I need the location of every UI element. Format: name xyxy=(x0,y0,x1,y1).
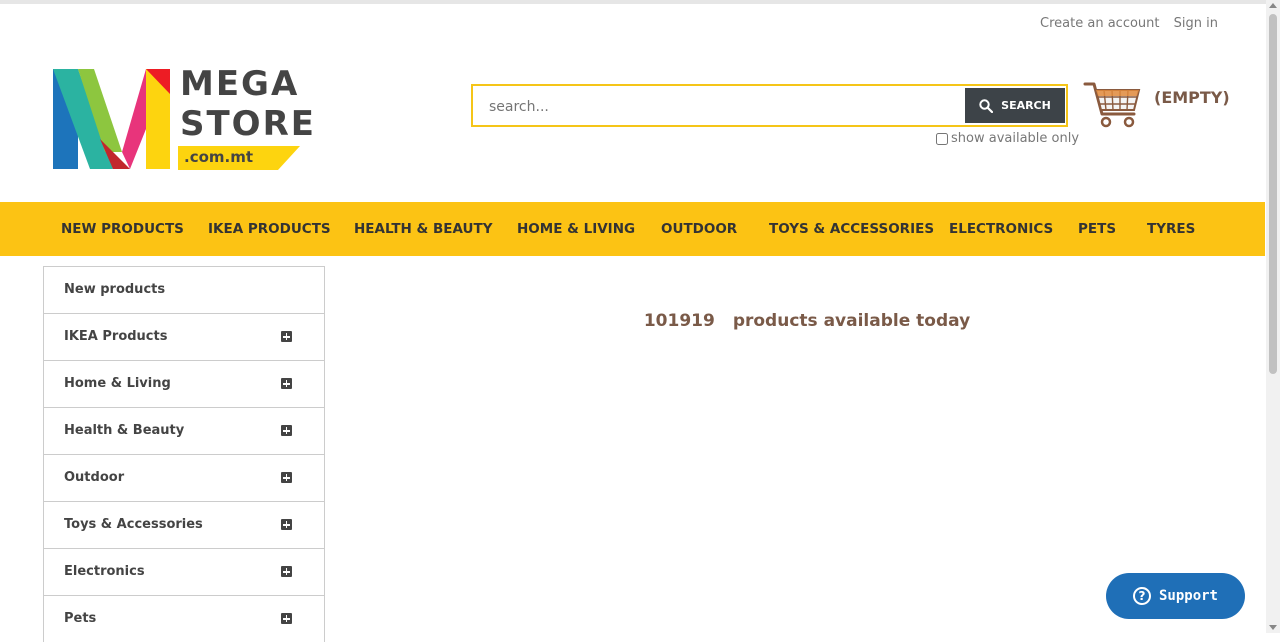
expand-plus-icon[interactable] xyxy=(281,378,292,389)
logo-domain-text: .com.mt xyxy=(184,148,254,166)
scroll-thumb[interactable] xyxy=(1269,14,1277,374)
expand-plus-icon[interactable] xyxy=(281,519,292,530)
sidebar-item-label: Outdoor xyxy=(64,470,125,485)
logo-domain-banner: .com.mt xyxy=(178,146,300,170)
store-logo[interactable]: MEGA STORE .com.mt xyxy=(50,64,314,174)
support-label: Support xyxy=(1158,588,1218,604)
search-icon xyxy=(979,98,994,113)
search-bar: SEARCH xyxy=(471,84,1068,127)
nav-electronics[interactable]: ELECTRONICS xyxy=(949,202,1053,256)
expand-plus-icon[interactable] xyxy=(281,425,292,436)
sidebar-item-toys-accessories[interactable]: Toys & Accessories xyxy=(44,501,324,548)
sidebar-item-label: Toys & Accessories xyxy=(64,517,203,532)
header-links: Create an account Sign in xyxy=(1030,16,1218,31)
category-sidebar: New products IKEA Products Home & Living… xyxy=(43,266,325,642)
logo-line2: STORE xyxy=(180,104,316,144)
product-count-text: products available today xyxy=(732,311,971,331)
nav-tyres[interactable]: TYRES xyxy=(1147,202,1195,256)
expand-plus-icon[interactable] xyxy=(281,566,292,577)
sign-in-link[interactable]: Sign in xyxy=(1174,16,1218,31)
support-button[interactable]: ? Support xyxy=(1106,573,1245,619)
nav-ikea-products[interactable]: IKEA PRODUCTS xyxy=(208,202,331,256)
logo-line1: MEGA xyxy=(180,64,300,104)
sidebar-item-new-products[interactable]: New products xyxy=(44,266,324,313)
logo-m-icon xyxy=(53,69,170,169)
sidebar-item-ikea-products[interactable]: IKEA Products xyxy=(44,313,324,360)
scroll-up-arrow-icon[interactable] xyxy=(1269,3,1277,8)
cart-status[interactable]: (EMPTY) xyxy=(1154,88,1230,107)
sidebar-item-label: New products xyxy=(64,282,166,297)
nav-outdoor[interactable]: OUTDOOR xyxy=(661,202,737,256)
available-only-label: show available only xyxy=(951,131,1080,146)
sidebar-item-outdoor[interactable]: Outdoor xyxy=(44,454,324,501)
expand-plus-icon[interactable] xyxy=(281,331,292,342)
sidebar-item-pets[interactable]: Pets xyxy=(44,595,324,642)
sidebar-item-electronics[interactable]: Electronics xyxy=(44,548,324,595)
scroll-down-arrow-icon[interactable] xyxy=(1269,625,1277,630)
search-input[interactable] xyxy=(487,86,961,127)
available-only-checkbox[interactable] xyxy=(936,132,948,145)
sidebar-item-label: IKEA Products xyxy=(64,329,168,344)
expand-plus-icon[interactable] xyxy=(281,613,292,624)
create-account-link[interactable]: Create an account xyxy=(1040,16,1159,31)
sidebar-item-label: Electronics xyxy=(64,564,145,579)
products-available-count: 101919 products available today xyxy=(632,291,970,331)
cart-icon[interactable] xyxy=(1082,78,1142,132)
help-icon: ? xyxy=(1132,587,1151,605)
nav-home-living[interactable]: HOME & LIVING xyxy=(517,202,635,256)
nav-pets[interactable]: PETS xyxy=(1078,202,1116,256)
expand-plus-icon[interactable] xyxy=(281,472,292,483)
search-button-label: SEARCH xyxy=(1001,99,1051,112)
sidebar-item-label: Pets xyxy=(64,611,97,626)
nav-toys-accessories[interactable]: TOYS & ACCESSORIES xyxy=(769,202,934,256)
sidebar-item-home-living[interactable]: Home & Living xyxy=(44,360,324,407)
available-only-toggle[interactable]: show available only xyxy=(936,131,1079,146)
search-button[interactable]: SEARCH xyxy=(965,88,1065,123)
nav-new-products[interactable]: NEW PRODUCTS xyxy=(61,202,184,256)
sidebar-item-health-beauty[interactable]: Health & Beauty xyxy=(44,407,324,454)
main-nav: NEW PRODUCTS IKEA PRODUCTS HEALTH & BEAU… xyxy=(0,202,1265,256)
page-scrollbar[interactable] xyxy=(1266,0,1280,633)
sidebar-item-label: Health & Beauty xyxy=(64,423,185,438)
product-count-number: 101919 xyxy=(643,311,715,331)
nav-health-beauty[interactable]: HEALTH & BEAUTY xyxy=(354,202,493,256)
top-border xyxy=(0,0,1266,4)
sidebar-item-label: Home & Living xyxy=(64,376,171,391)
